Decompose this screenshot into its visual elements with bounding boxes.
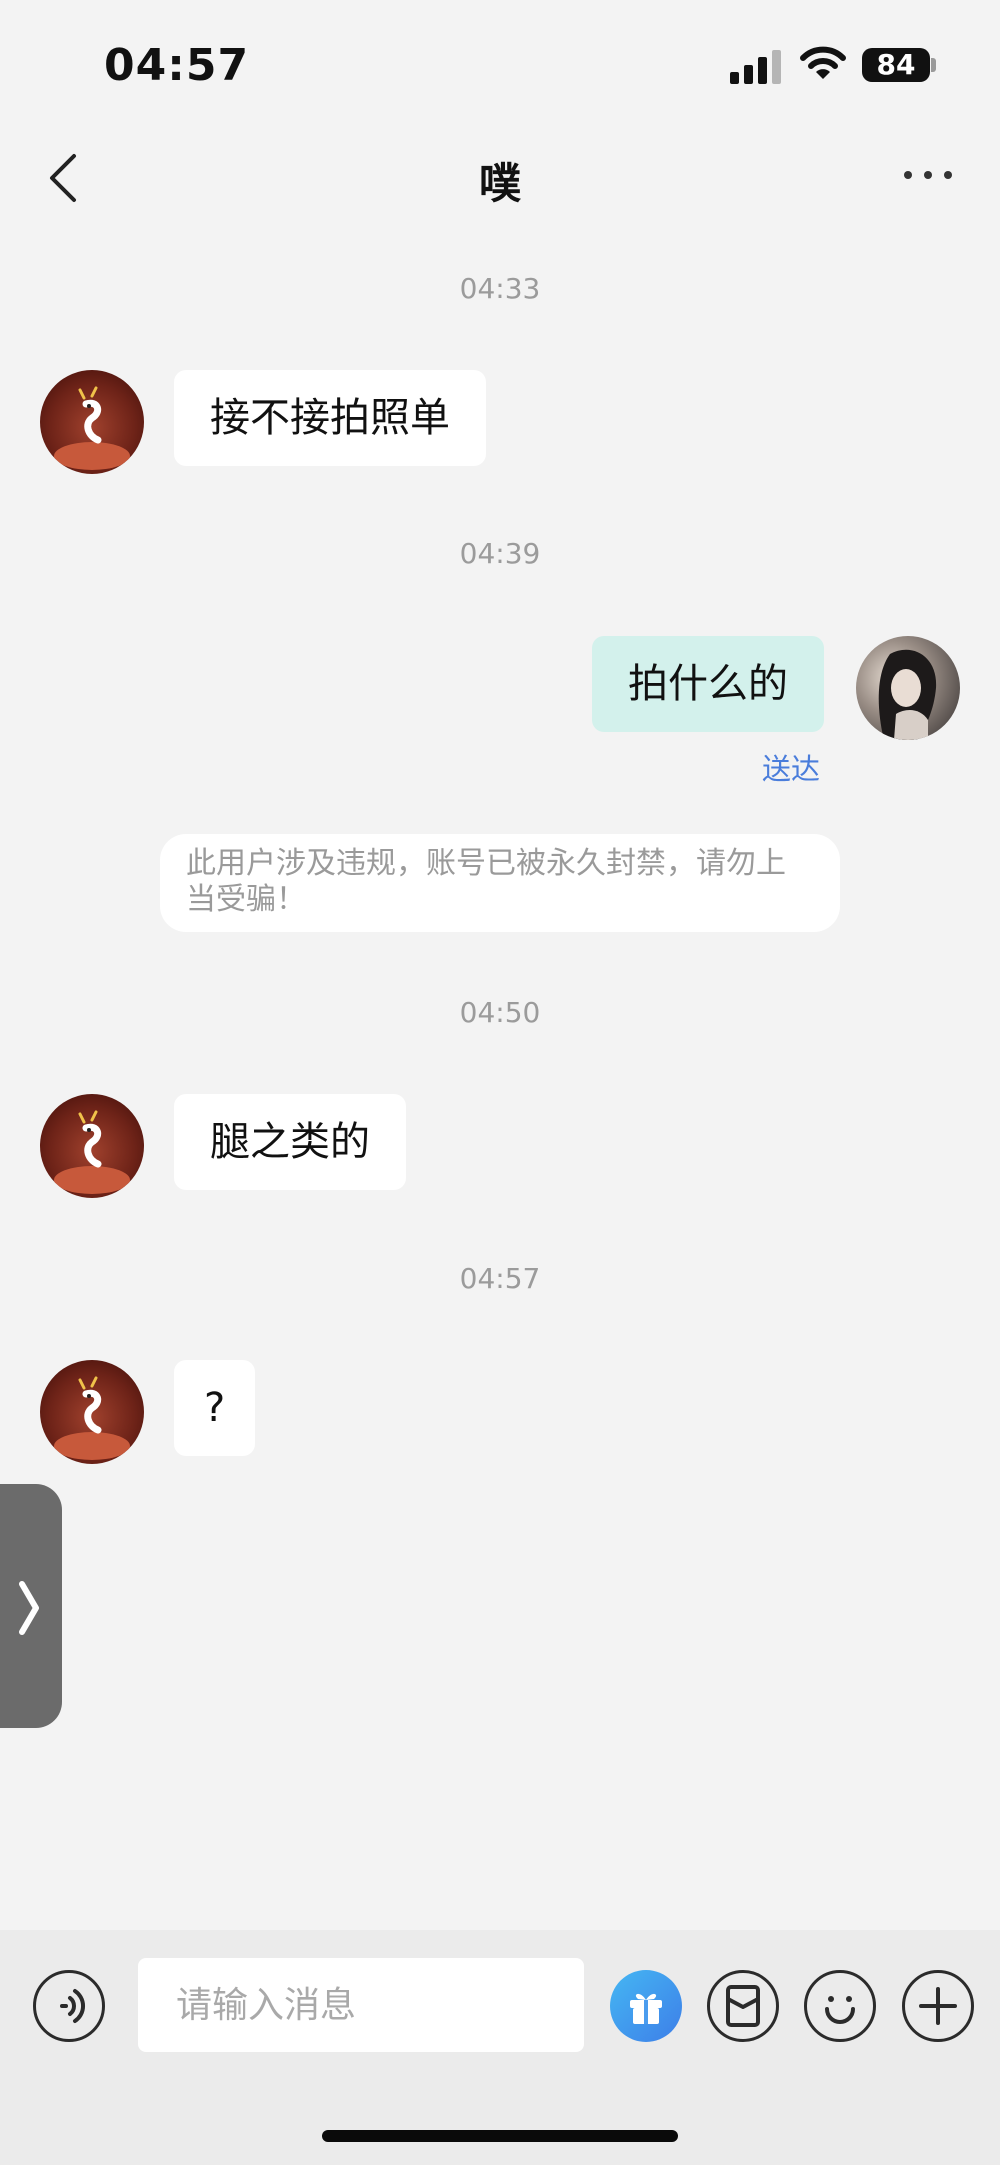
more-options-button[interactable] <box>904 168 952 182</box>
chat-title: 噗 <box>478 159 521 208</box>
delivered-status: 送达 <box>762 752 821 786</box>
message-bubble-outgoing[interactable]: 拍什么的 <box>592 636 824 732</box>
plus-button[interactable] <box>902 1970 974 2042</box>
side-drawer-handle[interactable] <box>0 1484 62 1728</box>
portrait-avatar-illustration <box>878 649 937 740</box>
my-avatar[interactable] <box>856 636 960 740</box>
ban-notice: 此用户涉及违规，账号已被永久封禁，请勿上当受骗！ <box>160 834 840 932</box>
contact-avatar[interactable] <box>40 370 144 474</box>
battery-level: 84 <box>862 48 930 82</box>
voice-button[interactable] <box>33 1970 105 2042</box>
cellular-signal-icon <box>730 50 782 84</box>
contact-avatar[interactable] <box>40 1094 144 1198</box>
emoji-icon <box>825 1996 855 2024</box>
chevron-right-icon <box>19 1581 39 1635</box>
chat-screen: 04:57 84 噗 04:33 接不接拍照单 04:39 拍什么的 送达 此用… <box>0 0 1000 2165</box>
message-timestamp: 04:57 <box>459 1262 541 1295</box>
message-bubble-incoming[interactable]: 腿之类的 <box>174 1094 406 1190</box>
message-timestamp: 04:50 <box>459 996 541 1029</box>
message-bubble-incoming[interactable]: ? <box>174 1360 256 1456</box>
message-bubble-incoming[interactable]: 接不接拍照单 <box>174 370 486 466</box>
message-timestamp: 04:33 <box>459 272 541 305</box>
contact-avatar[interactable] <box>40 1360 144 1464</box>
dragon-avatar-illustration <box>54 1110 130 1194</box>
message-timestamp: 04:39 <box>459 537 541 570</box>
wifi-icon <box>800 46 846 79</box>
home-indicator <box>322 2130 678 2142</box>
voice-icon <box>60 1989 85 2023</box>
battery-tip <box>931 58 936 72</box>
red-packet-icon <box>726 1985 760 2027</box>
gift-button[interactable] <box>610 1970 682 2042</box>
dragon-avatar-illustration <box>54 1376 130 1460</box>
plus-icon <box>919 1987 957 2025</box>
status-time: 04:57 <box>104 40 250 91</box>
emoji-button[interactable] <box>804 1970 876 2042</box>
message-input[interactable] <box>138 1958 584 2052</box>
back-button[interactable] <box>40 148 84 208</box>
dragon-avatar-illustration <box>54 386 130 470</box>
red-packet-button[interactable] <box>707 1970 779 2042</box>
gift-icon <box>630 1993 662 2024</box>
